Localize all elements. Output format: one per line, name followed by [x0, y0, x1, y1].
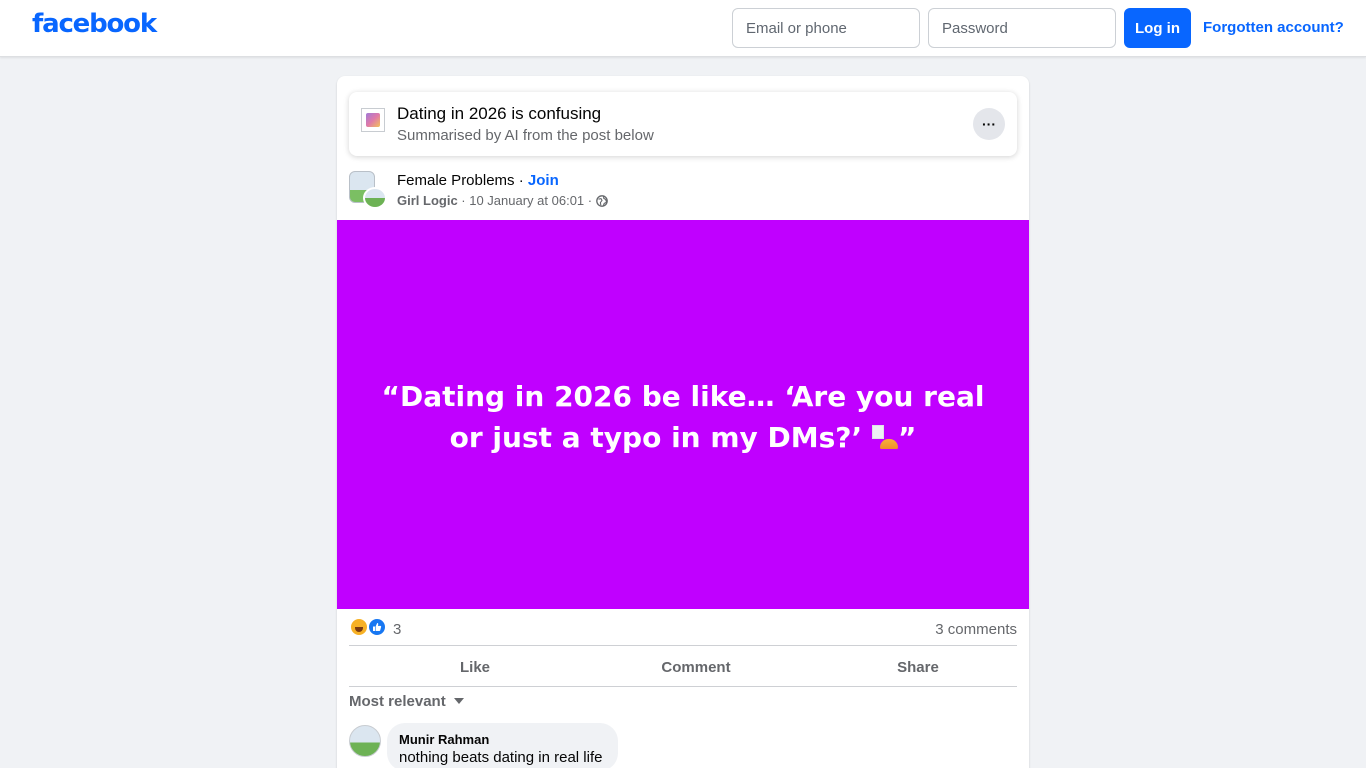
- more-options-button[interactable]: ···: [973, 108, 1005, 140]
- post-text-image[interactable]: “Dating in 2026 be like… ‘Are you real o…: [337, 220, 1029, 609]
- post-group-line: Female Problems · Join: [397, 172, 559, 189]
- haha-icon: [349, 617, 369, 637]
- ai-summary-title: Dating in 2026 is confusing: [397, 104, 602, 123]
- separator: ·: [457, 193, 470, 208]
- share-button[interactable]: Share: [807, 648, 1029, 686]
- comment-sort-dropdown[interactable]: Most relevant: [349, 693, 464, 710]
- post-quote-text: “Dating in 2026 be like… ‘Are you real o…: [367, 376, 999, 458]
- comments-count-link[interactable]: 3 comments: [935, 621, 1017, 638]
- post-meta: Girl Logic · 10 January at 06:01 ·: [397, 193, 608, 208]
- post-author-link[interactable]: Girl Logic: [397, 193, 458, 208]
- comment-author-link[interactable]: Munir Rahman: [399, 732, 489, 747]
- post-timestamp[interactable]: 10 January at 06:01: [469, 193, 584, 208]
- password-field[interactable]: [928, 8, 1116, 48]
- post-quote-close: ”: [897, 421, 917, 454]
- post-card: Dating in 2026 is confusing Summarised b…: [337, 76, 1029, 768]
- ellipsis-icon: ···: [982, 116, 996, 132]
- comment-text: nothing beats dating in real life: [399, 749, 603, 766]
- comment-button[interactable]: Comment: [585, 648, 807, 686]
- ai-summary-image-icon: [361, 108, 385, 132]
- caret-down-icon: [453, 698, 464, 704]
- comment-sort-label: Most relevant: [349, 693, 446, 710]
- group-avatar[interactable]: [349, 171, 387, 209]
- reaction-count: 3: [393, 621, 402, 638]
- like-icon: [367, 617, 387, 637]
- email-field[interactable]: [732, 8, 920, 48]
- facebook-logo[interactable]: facebook: [32, 9, 157, 39]
- broken-emoji-image-icon: [871, 425, 898, 451]
- separator: ·: [584, 193, 596, 208]
- join-group-link[interactable]: Join: [528, 172, 559, 189]
- like-button[interactable]: Like: [364, 648, 586, 686]
- forgotten-account-link[interactable]: Forgotten account?: [1203, 19, 1344, 36]
- author-avatar-image: [363, 187, 387, 209]
- separator: ·: [514, 172, 528, 189]
- divider: [349, 686, 1017, 687]
- ai-summary-banner[interactable]: Dating in 2026 is confusing Summarised b…: [349, 92, 1017, 156]
- top-navigation-bar: facebook Log in Forgotten account?: [0, 0, 1366, 57]
- globe-icon: [595, 195, 608, 207]
- divider: [349, 645, 1017, 646]
- login-button[interactable]: Log in: [1124, 8, 1191, 48]
- commenter-avatar[interactable]: [349, 725, 381, 757]
- ai-summary-subtitle: Summarised by AI from the post below: [397, 127, 654, 144]
- comment-bubble: Munir Rahman nothing beats dating in rea…: [387, 723, 618, 768]
- group-name-link[interactable]: Female Problems: [397, 172, 515, 189]
